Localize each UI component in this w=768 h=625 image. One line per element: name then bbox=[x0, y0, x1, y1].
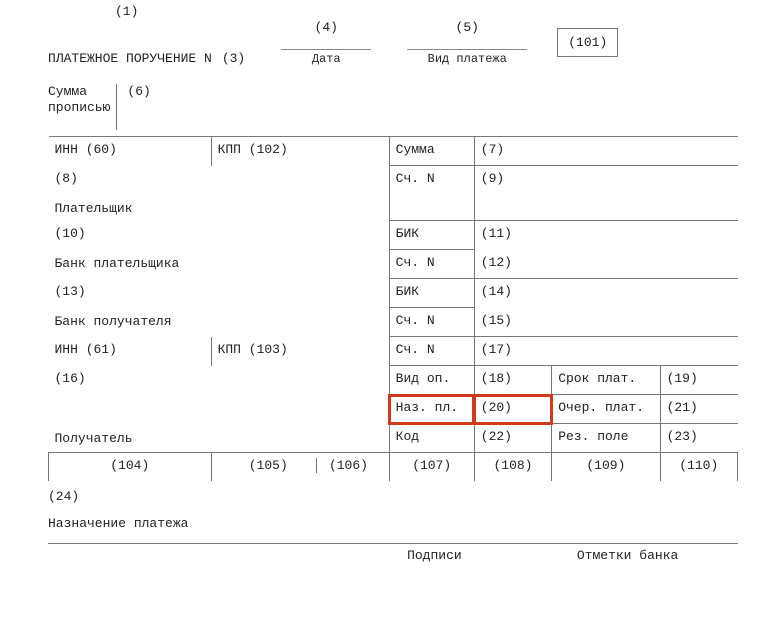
codes-row: (104) (105)(106) (107) (108) (109) (110) bbox=[49, 453, 738, 482]
sch-n-1: Сч. N bbox=[389, 166, 474, 221]
ref-15: (15) bbox=[474, 308, 737, 337]
ref-101-box: (101) bbox=[557, 28, 618, 57]
bank-payer-label: Банк плательщика bbox=[55, 256, 383, 271]
type-label: Вид платежа bbox=[428, 52, 507, 66]
date-label: Дата bbox=[312, 52, 341, 66]
c104: (104) bbox=[49, 453, 212, 482]
kpp-102: КПП (102) bbox=[211, 137, 389, 166]
receiver-label: Получатель bbox=[55, 431, 383, 446]
ref-13: (13) bbox=[55, 284, 383, 299]
sum-label: Сумма прописью bbox=[48, 84, 117, 130]
inn-60: ИНН (60) bbox=[49, 137, 212, 166]
ref-7: (7) bbox=[474, 137, 737, 166]
ref-19: (19) bbox=[660, 366, 737, 395]
ref-23: (23) bbox=[660, 424, 737, 453]
sch-n-2: Сч. N bbox=[389, 250, 474, 279]
ref-12: (12) bbox=[474, 250, 737, 279]
payer-label: Плательщик bbox=[55, 201, 383, 216]
c108: (108) bbox=[474, 453, 551, 482]
bank-marks-label: Отметки банка bbox=[517, 544, 738, 567]
naz-pl-highlight: Наз. пл. bbox=[389, 395, 474, 424]
rez-pole: Рез. поле bbox=[552, 424, 660, 453]
amount-in-words-block: Сумма прописью (6) bbox=[48, 84, 738, 130]
c107: (107) bbox=[389, 453, 474, 482]
inn-61: ИНН (61) bbox=[49, 337, 212, 366]
payment-type-column: (5) Вид платежа bbox=[407, 20, 527, 66]
ref-20-highlight: (20) bbox=[474, 395, 551, 424]
ref-101: (101) bbox=[568, 35, 607, 50]
ref-10: (10) bbox=[55, 226, 383, 241]
kpp-103: КПП (103) bbox=[211, 337, 389, 366]
sum-label-2: прописью bbox=[48, 100, 110, 115]
bik-2: БИК bbox=[389, 279, 474, 308]
sch-n-3: Сч. N bbox=[389, 308, 474, 337]
ref-14: (14) bbox=[474, 279, 737, 308]
ref-18: (18) bbox=[474, 366, 551, 395]
ref-17: (17) bbox=[474, 337, 737, 366]
date-slot bbox=[281, 31, 371, 50]
date-column: (4) Дата bbox=[281, 20, 371, 66]
ref-16: (16) bbox=[55, 371, 383, 386]
kod: Код bbox=[389, 424, 474, 453]
srok-plat: Срок плат. bbox=[552, 366, 660, 395]
ref-22: (22) bbox=[474, 424, 551, 453]
ref-6: (6) bbox=[117, 84, 150, 130]
header-row: ПЛАТЕЖНОЕ ПОРУЧЕНИЕ N (3) (4) Дата (5) В… bbox=[48, 32, 738, 66]
ocher-plat: Очер. плат. bbox=[552, 395, 660, 424]
sum-label-1: Сумма bbox=[48, 84, 87, 99]
sum-label-cell: Сумма bbox=[389, 137, 474, 166]
vid-op: Вид оп. bbox=[389, 366, 474, 395]
ref-24: (24) bbox=[48, 481, 738, 506]
sign-label: Подписи bbox=[352, 544, 518, 567]
purpose-label: Назначение платежа bbox=[48, 506, 738, 537]
ref-1: (1) bbox=[115, 4, 138, 19]
c109: (109) bbox=[552, 453, 660, 482]
sch-n-4: Сч. N bbox=[389, 337, 474, 366]
form-title: ПЛАТЕЖНОЕ ПОРУЧЕНИЕ N bbox=[48, 51, 212, 66]
title-block: ПЛАТЕЖНОЕ ПОРУЧЕНИЕ N (3) bbox=[48, 51, 245, 66]
ref-11: (11) bbox=[474, 221, 737, 250]
c110: (110) bbox=[660, 453, 737, 482]
c106: (106) bbox=[317, 458, 380, 473]
c105-106: (105)(106) bbox=[211, 453, 389, 482]
ref-3: (3) bbox=[222, 51, 245, 66]
type-slot bbox=[407, 31, 527, 50]
payment-order-form: (1) ПЛАТЕЖНОЕ ПОРУЧЕНИЕ N (3) (4) Дата (… bbox=[0, 0, 768, 625]
footer-row: Подписи Отметки банка bbox=[48, 543, 738, 567]
ref-21: (21) bbox=[660, 395, 737, 424]
bank-recv-label: Банк получателя bbox=[55, 314, 383, 329]
ref-8: (8) bbox=[55, 171, 383, 186]
c105: (105) bbox=[220, 458, 317, 473]
main-table: ИНН (60) КПП (102) Сумма (7) (8) Платель… bbox=[48, 136, 738, 481]
bik-1: БИК bbox=[389, 221, 474, 250]
ref-9: (9) bbox=[474, 166, 737, 221]
